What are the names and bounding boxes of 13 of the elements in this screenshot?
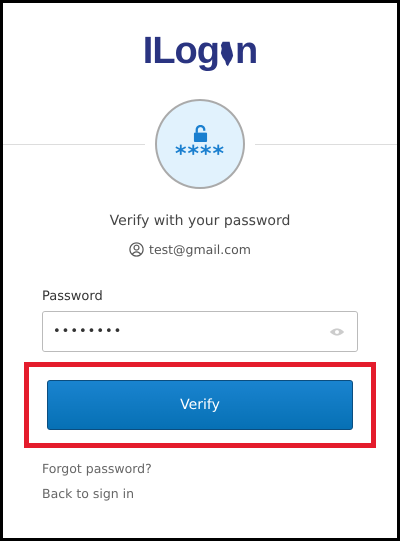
password-badge-icon: **** <box>155 99 245 189</box>
page-title: Verify with your password <box>108 213 292 229</box>
text-link[interactable]: Back to sign in <box>42 486 358 501</box>
eye-icon[interactable] <box>329 326 345 336</box>
account-email: test@gmail.com <box>149 242 251 257</box>
user-icon <box>129 242 144 257</box>
text-link[interactable]: Forgot password? <box>42 461 358 476</box>
state-map-icon <box>220 39 234 69</box>
verify-button[interactable]: Verify <box>47 380 353 430</box>
password-label: Password <box>42 289 104 304</box>
password-field[interactable]: •••••••• <box>42 311 358 352</box>
logo-text: n <box>234 29 258 73</box>
logo-text: ILog <box>142 29 219 73</box>
